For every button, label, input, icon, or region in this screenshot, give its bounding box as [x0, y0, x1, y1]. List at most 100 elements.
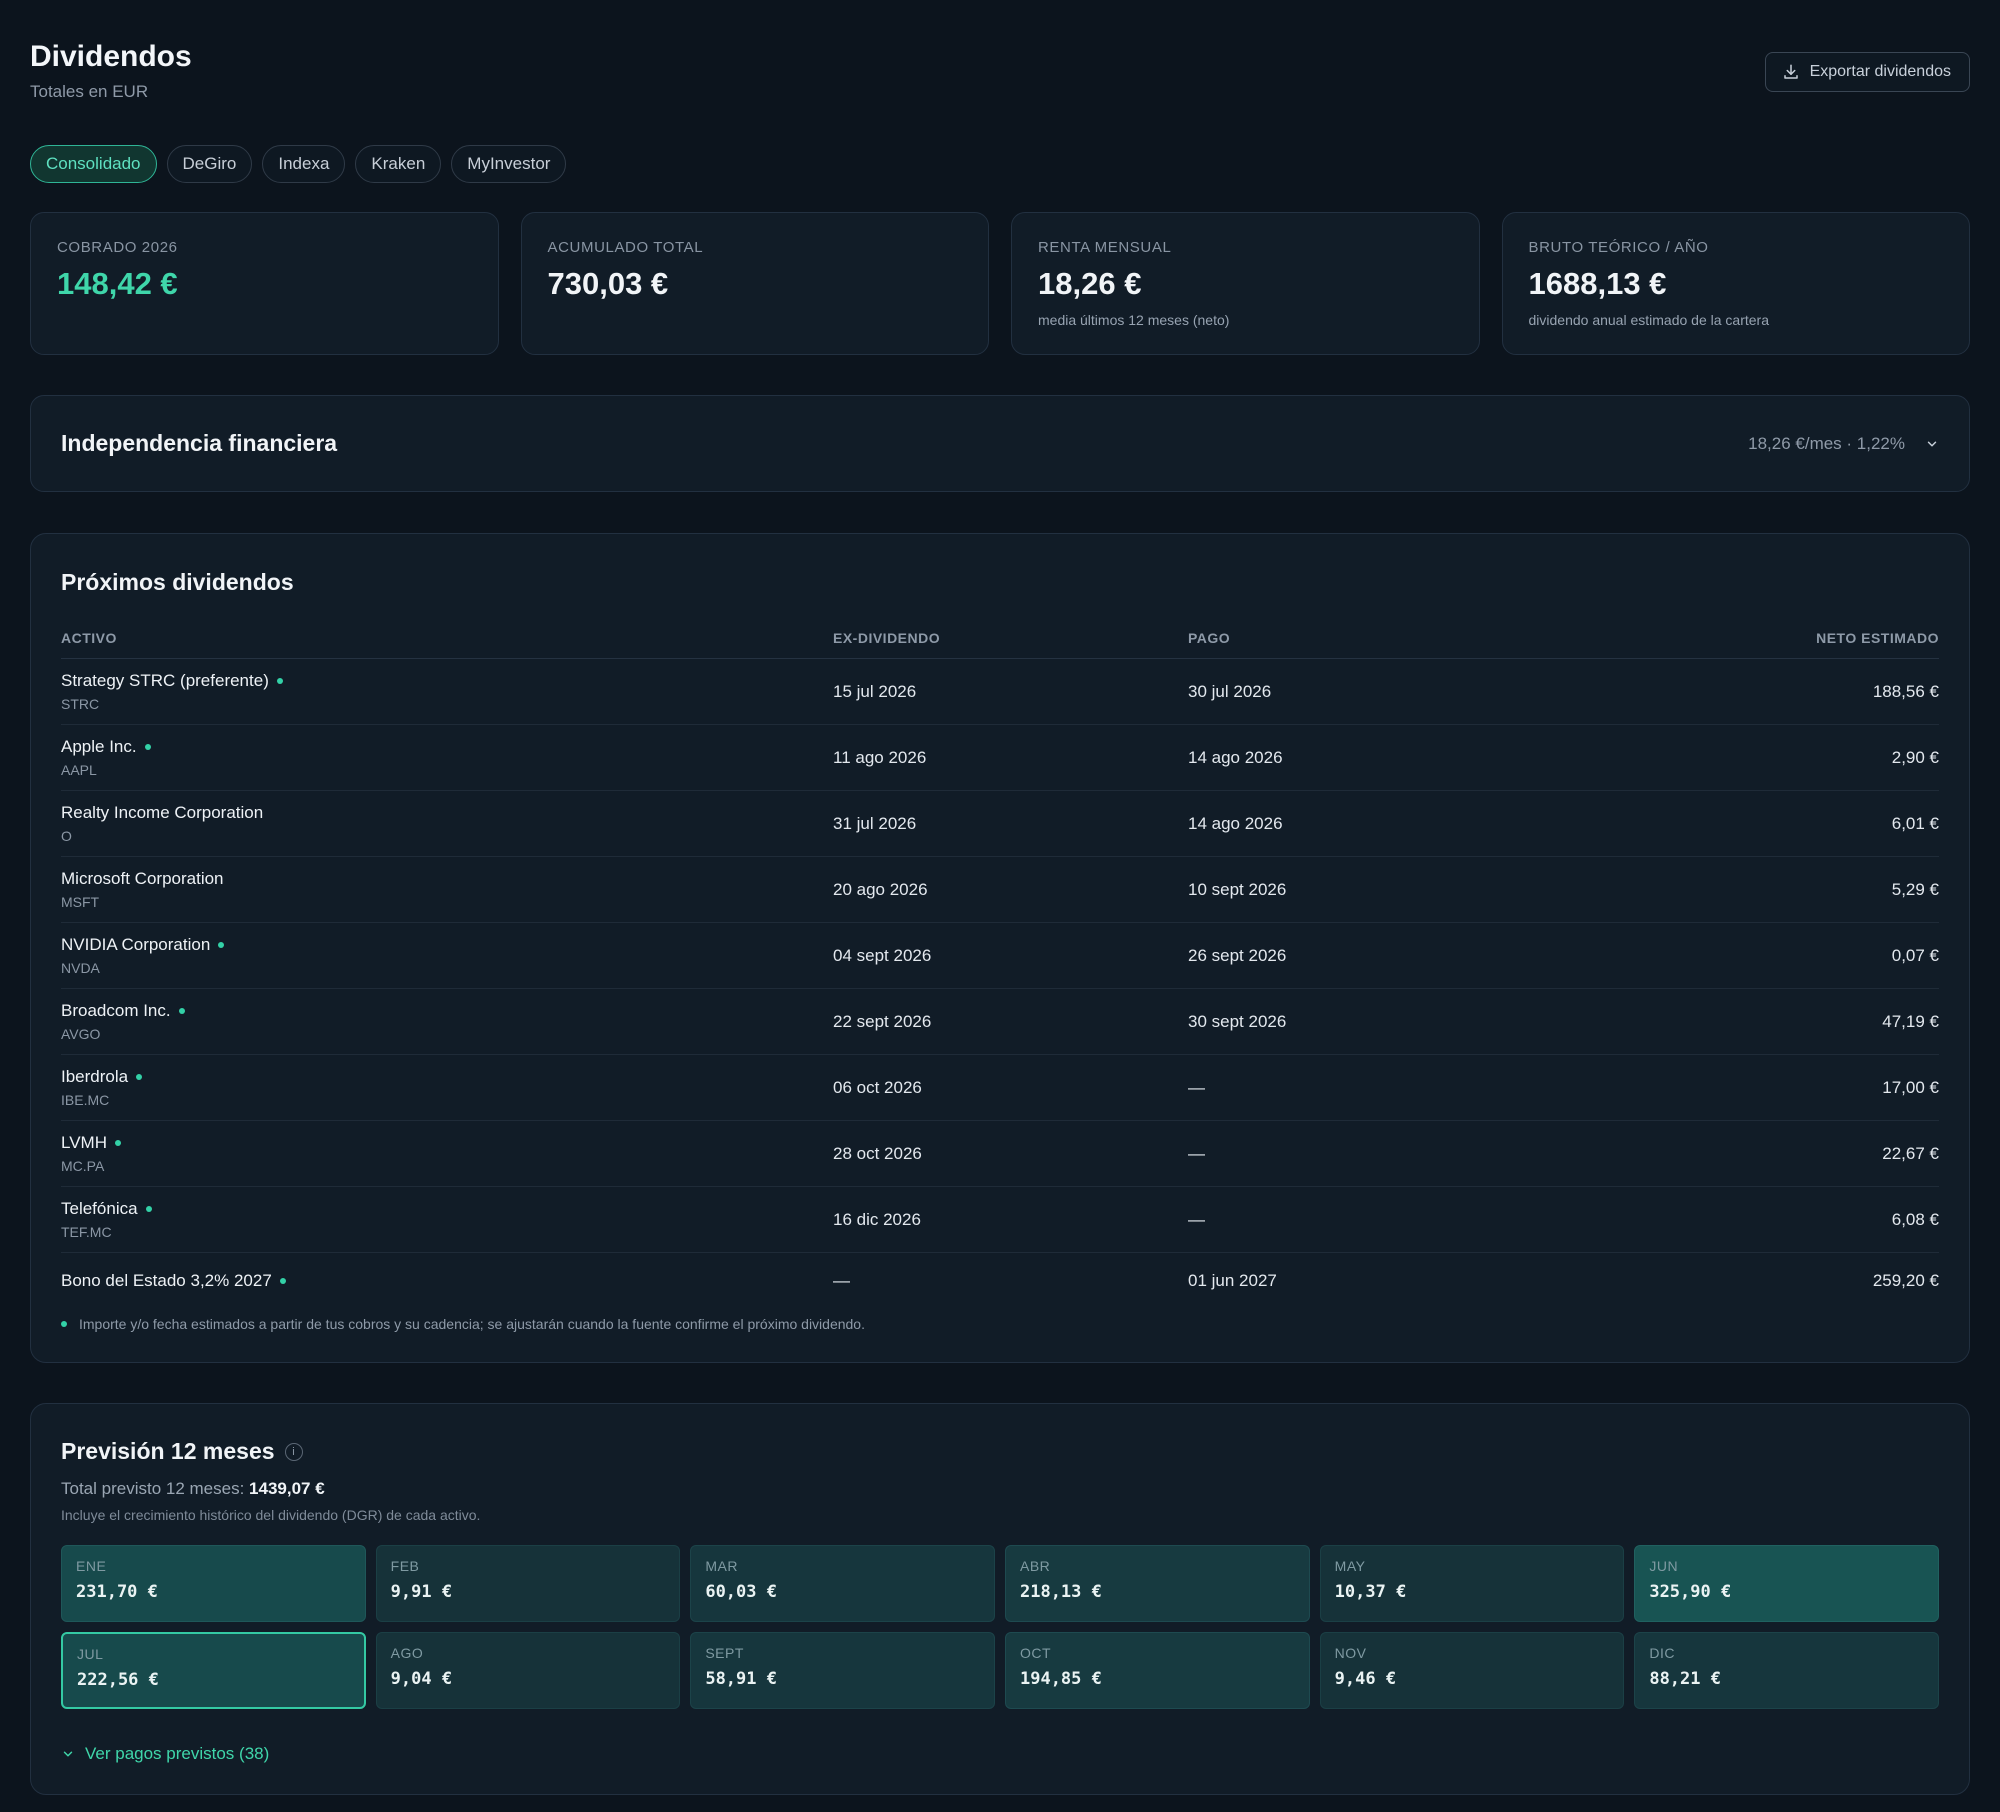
estimated-dot-icon [136, 1074, 143, 1080]
upcoming-dividends-title: Próximos dividendos [61, 569, 294, 595]
estimated-dot-icon [61, 1321, 67, 1327]
column-header-net-estimate: NETO ESTIMADO [1816, 629, 1939, 646]
financial-independence-toggle[interactable]: Independencia financiera 18,26 €/mes · 1… [30, 395, 1970, 492]
payment-date: 26 sept 2026 [1188, 945, 1287, 965]
asset-name-line: Microsoft Corporation [61, 869, 833, 889]
asset-name-line: Realty Income Corporation [61, 803, 833, 823]
month-value: 9,04 € [390, 1669, 453, 1689]
month-label: SEPT [705, 1645, 744, 1661]
month-value: 9,46 € [1334, 1669, 1397, 1689]
kpi-card-accumulated: ACUMULADO TOTAL 730,03 € [520, 212, 989, 355]
asset-name: NVIDIA Corporation [61, 935, 211, 954]
asset-name-line: Apple Inc. [61, 737, 833, 757]
financial-independence-summary: 18,26 €/mes · 1,22% [1748, 433, 1905, 453]
month-tile-sept: SEPT 58,91 € [690, 1632, 995, 1709]
ex-dividend-date: 31 jul 2026 [833, 813, 917, 833]
month-label: OCT [1019, 1645, 1052, 1661]
kpi-value: 730,03 € [547, 266, 669, 301]
table-row: Realty Income Corporation O 31 jul 2026 … [61, 791, 1939, 857]
estimate-footnote: Importe y/o fecha estimados a partir de … [61, 1316, 865, 1332]
asset-ticker: TEF.MC [61, 1224, 112, 1240]
tab-degiro[interactable]: DeGiro [166, 145, 253, 183]
kpi-value: 148,42 € [57, 266, 178, 301]
table-header: ACTIVO EX-DIVIDENDO PAGO NETO ESTIMADO [61, 617, 1939, 659]
export-dividends-button[interactable]: Exportar dividendos [1764, 52, 1970, 92]
ex-dividend-date: 04 sept 2026 [833, 945, 932, 965]
tab-kraken[interactable]: Kraken [355, 145, 442, 183]
asset-name: Microsoft Corporation [61, 869, 224, 888]
month-value: 325,90 € [1649, 1582, 1732, 1602]
net-estimate: 0,07 € [1891, 945, 1939, 965]
payment-date: 01 jun 2027 [1188, 1271, 1277, 1290]
month-tile-dic: DIC 88,21 € [1634, 1632, 1939, 1709]
asset-cell: Microsoft Corporation MSFT [61, 869, 833, 910]
month-label: JUN [1649, 1558, 1679, 1574]
month-label: JUL [77, 1646, 104, 1662]
estimated-dot-icon [114, 1140, 121, 1146]
estimated-dot-icon [144, 744, 151, 750]
net-estimate: 2,90 € [1891, 747, 1939, 767]
asset-ticker: MSFT [61, 894, 100, 910]
month-label: MAY [1334, 1558, 1366, 1574]
kpi-label: ACUMULADO TOTAL [547, 239, 704, 256]
payment-date: — [1188, 1209, 1205, 1229]
asset-ticker: AAPL [61, 762, 97, 778]
download-icon [1783, 64, 1798, 79]
payment-date: — [1188, 1077, 1205, 1097]
table-row: Iberdrola IBE.MC 06 oct 2026 — 17,00 € [61, 1055, 1939, 1121]
month-tile-ago: AGO 9,04 € [375, 1632, 681, 1709]
month-tile-oct: OCT 194,85 € [1004, 1632, 1310, 1709]
table-row: Microsoft Corporation MSFT 20 ago 2026 1… [61, 857, 1939, 923]
table-row: Broadcom Inc. AVGO 22 sept 2026 30 sept … [61, 989, 1939, 1055]
tab-myinvestor[interactable]: MyInvestor [451, 145, 567, 183]
kpi-value: 1688,13 € [1528, 266, 1667, 301]
ex-dividend-date: 06 oct 2026 [833, 1077, 922, 1097]
asset-cell: Realty Income Corporation O [61, 803, 833, 844]
net-estimate: 5,29 € [1891, 879, 1939, 899]
estimate-footnote-text: Importe y/o fecha estimados a partir de … [79, 1316, 865, 1332]
month-value: 60,03 € [705, 1582, 777, 1602]
payment-date: 10 sept 2026 [1188, 879, 1287, 899]
asset-name: Bono del Estado 3,2% 2027 [61, 1271, 272, 1290]
ex-dividend-date: 15 jul 2026 [833, 681, 917, 701]
month-tile-jul: JUL 222,56 € [61, 1632, 366, 1709]
net-estimate: 6,01 € [1891, 813, 1939, 833]
asset-name-line: Bono del Estado 3,2% 2027 [61, 1271, 833, 1291]
asset-name-line: NVIDIA Corporation [61, 935, 833, 955]
asset-ticker: MC.PA [61, 1158, 105, 1174]
asset-name: Broadcom Inc. [61, 1001, 171, 1020]
kpi-label: BRUTO TEÓRICO / AÑO [1528, 239, 1709, 256]
net-estimate: 17,00 € [1882, 1077, 1939, 1097]
tab-indexa[interactable]: Indexa [262, 145, 346, 183]
asset-cell: Apple Inc. AAPL [61, 737, 833, 778]
ex-dividend-date: — [833, 1271, 850, 1290]
asset-cell: Iberdrola IBE.MC [61, 1067, 833, 1108]
column-header-asset: ACTIVO [61, 629, 117, 646]
financial-independence-title: Independencia financiera [61, 430, 338, 456]
payment-date: 30 sept 2026 [1188, 1011, 1287, 1031]
month-value: 58,91 € [705, 1669, 777, 1689]
forecast-total-value: 1439,07 € [249, 1479, 325, 1498]
asset-name: LVMH [61, 1133, 107, 1152]
info-icon[interactable]: i [284, 1442, 303, 1461]
table-row: NVIDIA Corporation NVDA 04 sept 2026 26 … [61, 923, 1939, 989]
asset-name: Realty Income Corporation [61, 803, 264, 822]
asset-cell: Bono del Estado 3,2% 2027 [61, 1271, 833, 1291]
month-tile-abr: ABR 218,13 € [1004, 1545, 1310, 1622]
page-title: Dividendos [30, 40, 192, 73]
asset-name: Apple Inc. [61, 737, 137, 756]
column-header-payment: PAGO [1188, 629, 1231, 646]
column-header-ex-dividend: EX-DIVIDENDO [833, 629, 941, 646]
month-label: FEB [390, 1558, 420, 1574]
forecast-title-group: Previsión 12 meses i [61, 1438, 303, 1465]
asset-cell: Strategy STRC (preferente) STRC [61, 671, 833, 712]
show-expected-payments-button[interactable]: Ver pagos previstos (38) [61, 1744, 269, 1764]
estimated-dot-icon [145, 1206, 152, 1212]
month-label: AGO [390, 1645, 424, 1661]
forecast-card: Previsión 12 meses i Total previsto 12 m… [30, 1403, 1970, 1795]
show-expected-payments-label: Ver pagos previstos (38) [85, 1744, 270, 1763]
asset-name-line: Telefónica [61, 1199, 833, 1219]
asset-name-line: Iberdrola [61, 1067, 833, 1087]
tab-consolidado[interactable]: Consolidado [30, 145, 157, 183]
forecast-total-label: Total previsto 12 meses: [61, 1479, 245, 1498]
